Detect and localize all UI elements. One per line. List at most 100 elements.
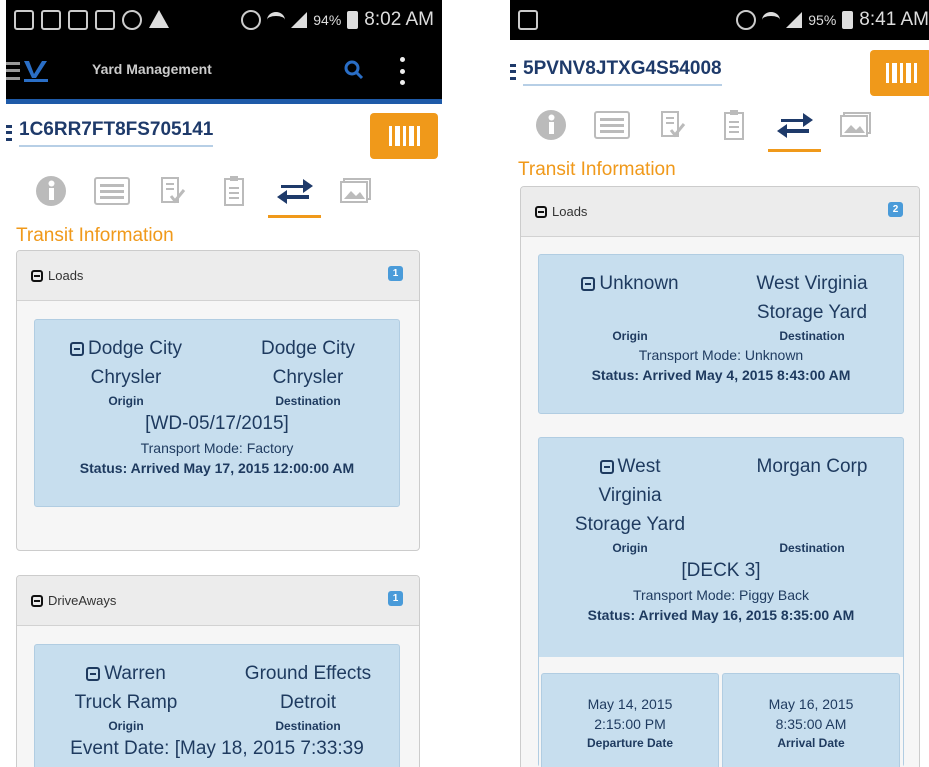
origin-name-cont-2: Storage Yard bbox=[574, 514, 686, 535]
image-icon bbox=[839, 112, 871, 137]
event-date: Event Date: [May 18, 2015 7:33:39 bbox=[70, 738, 364, 759]
driveaways-label: DriveAways bbox=[48, 593, 117, 608]
email-icon bbox=[68, 10, 88, 30]
loads-panel-header[interactable]: Loads 2 bbox=[521, 187, 919, 237]
loads-label: Loads bbox=[552, 204, 588, 219]
destination-name-cont: Storage Yard bbox=[756, 302, 868, 323]
left-phone-screen: 94% 8:02 AM Yard Management 1C6RR7FT8FS7… bbox=[6, 0, 442, 767]
departure-time: 2:15:00 PM bbox=[594, 716, 666, 732]
transport-mode: Transport Mode: Factory bbox=[140, 440, 294, 456]
loads-count-badge: 1 bbox=[388, 266, 403, 281]
warning-icon bbox=[149, 10, 169, 28]
wifi-icon bbox=[762, 12, 781, 28]
transport-mode: Transport Mode: Piggy Back bbox=[632, 587, 810, 603]
tab-bar bbox=[20, 168, 386, 218]
battery-percent: 94% bbox=[313, 12, 342, 28]
driveaways-panel-header[interactable]: DriveAways 1 bbox=[17, 576, 419, 626]
barcode-icon bbox=[388, 126, 420, 146]
tab-details[interactable] bbox=[81, 168, 142, 214]
barcode-icon bbox=[885, 63, 917, 83]
destination-name-cont: Chrysler bbox=[272, 367, 344, 388]
destination-name: Morgan Corp bbox=[756, 456, 868, 477]
origin-name-cont: Chrysler bbox=[90, 367, 162, 388]
tab-checklist[interactable] bbox=[142, 168, 203, 214]
driveaway-card[interactable]: Warren Truck Ramp Origin Ground Effects … bbox=[34, 644, 400, 767]
alarm-icon bbox=[736, 10, 757, 30]
calendar-icon bbox=[41, 10, 61, 30]
destination-name: West Virginia bbox=[756, 273, 868, 294]
load-reference: [WD-05/17/2015] bbox=[145, 413, 289, 434]
destination-label: Destination bbox=[275, 394, 341, 408]
transfer-arrows-icon bbox=[276, 179, 313, 204]
departure-date: May 14, 2015 bbox=[587, 696, 673, 712]
origin-label: Origin bbox=[108, 394, 144, 408]
collapse-icon bbox=[31, 269, 43, 282]
screenshot-icon bbox=[14, 10, 34, 30]
image-icon bbox=[339, 178, 371, 203]
app-title: Yard Management bbox=[92, 61, 212, 77]
destination-label: Destination bbox=[275, 719, 341, 733]
search-icon[interactable] bbox=[343, 59, 365, 81]
menu-icon[interactable] bbox=[6, 62, 20, 80]
scan-barcode-button[interactable] bbox=[370, 113, 438, 159]
load-reference: [DECK 3] bbox=[681, 560, 761, 581]
tab-info[interactable] bbox=[20, 168, 81, 214]
checklist-icon bbox=[160, 177, 185, 204]
tab-bar bbox=[520, 102, 886, 152]
tab-transit[interactable] bbox=[264, 168, 325, 218]
vin-number: 5PVNV8JTXG4S54008 bbox=[523, 58, 722, 86]
collapse-icon[interactable] bbox=[86, 666, 101, 681]
status-bar: 95% 8:41 AM bbox=[510, 0, 929, 40]
transport-mode: Transport Mode: Unknown bbox=[638, 347, 804, 363]
scan-barcode-button[interactable] bbox=[870, 50, 929, 96]
load-card[interactable]: Dodge City Chrysler Origin Dodge City Ch… bbox=[34, 319, 400, 507]
tab-info[interactable] bbox=[520, 102, 581, 148]
load-card-1[interactable]: Unknown Origin West Virginia Storage Yar… bbox=[538, 254, 904, 414]
tab-checklist[interactable] bbox=[642, 102, 703, 148]
load-status: Status: Arrived May 17, 2015 12:00:00 AM bbox=[79, 460, 355, 476]
arrival-date-box: May 16, 2015 8:35:00 AM Arrival Date bbox=[722, 673, 900, 767]
status-bar: 94% 8:02 AM bbox=[6, 0, 442, 42]
tab-details[interactable] bbox=[581, 102, 642, 148]
app-logo bbox=[24, 61, 48, 82]
signal-icon bbox=[786, 12, 803, 28]
battery-icon bbox=[842, 11, 854, 29]
tab-notes[interactable] bbox=[703, 102, 764, 148]
collapse-icon[interactable] bbox=[581, 276, 596, 291]
battery-icon bbox=[347, 11, 359, 29]
app-bar: Yard Management bbox=[6, 42, 442, 104]
collapse-icon bbox=[535, 205, 547, 218]
alarm-icon bbox=[241, 10, 262, 30]
destination-name: Dodge City bbox=[261, 338, 355, 359]
section-title: Transit Information bbox=[518, 159, 676, 180]
barcode-small-icon bbox=[510, 64, 516, 80]
loads-panel-header[interactable]: Loads 1 bbox=[17, 251, 419, 301]
arrival-label: Arrival Date bbox=[777, 736, 845, 750]
clipboard-icon bbox=[723, 110, 744, 140]
list-icon bbox=[593, 111, 630, 139]
load-status: Status: Arrived May 16, 2015 8:35:00 AM bbox=[587, 607, 855, 623]
notification-icons bbox=[14, 10, 169, 30]
battery-percent: 95% bbox=[808, 12, 837, 28]
loads-count-badge: 2 bbox=[888, 202, 903, 217]
collapse-icon[interactable] bbox=[599, 459, 614, 474]
clock: 8:02 AM bbox=[364, 9, 434, 30]
screenshot-icon bbox=[518, 10, 538, 30]
tab-photos[interactable] bbox=[825, 102, 886, 148]
origin-label: Origin bbox=[108, 719, 144, 733]
wifi-icon bbox=[267, 12, 286, 28]
usb-icon bbox=[122, 10, 142, 30]
tab-photos[interactable] bbox=[325, 168, 386, 214]
gallery-icon bbox=[95, 10, 115, 30]
tab-notes[interactable] bbox=[203, 168, 264, 214]
collapse-icon[interactable] bbox=[70, 341, 84, 356]
tab-transit[interactable] bbox=[764, 102, 825, 152]
barcode-small-icon bbox=[6, 125, 12, 141]
origin-name: Warren bbox=[104, 663, 166, 684]
loads-label: Loads bbox=[48, 268, 84, 283]
destination-label: Destination bbox=[779, 541, 845, 555]
section-title: Transit Information bbox=[16, 225, 174, 246]
overflow-menu-icon[interactable] bbox=[400, 57, 406, 85]
vin-header: 1C6RR7FT8FS705141 bbox=[6, 119, 214, 147]
info-icon bbox=[535, 110, 566, 140]
